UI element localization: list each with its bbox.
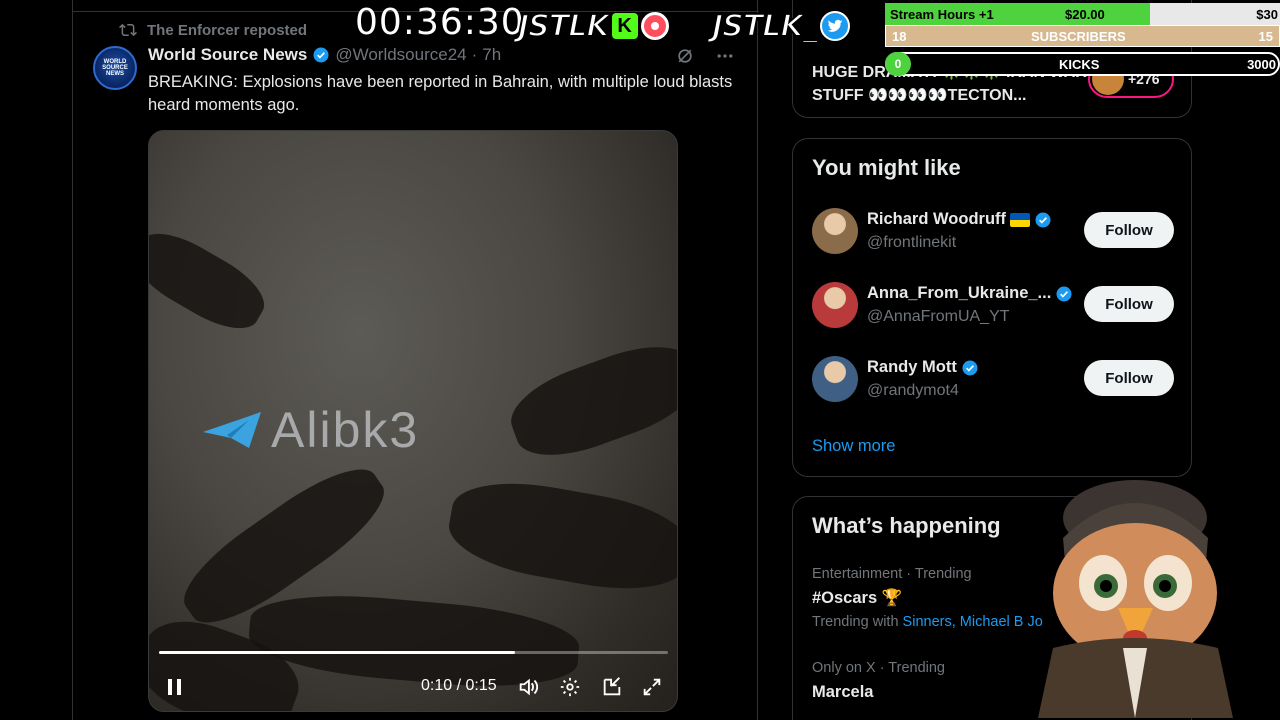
grok-icon[interactable] [675,46,695,66]
follow-button[interactable]: Follow [1084,360,1174,396]
kicks-goal: 0 KICKS 3000 [885,52,1280,76]
follow-button[interactable]: Follow [1084,212,1174,248]
brand-text: JSTLK_ [711,8,819,45]
goal-current: 18 [892,28,907,44]
follow-button[interactable]: Follow [1084,286,1174,322]
avatar[interactable] [812,282,858,328]
volume-icon[interactable] [517,676,539,698]
you-might-like-title: You might like [812,155,961,180]
goal-label: Stream Hours +1 [890,6,994,22]
repost-indicator[interactable]: The Enforcer reposted [119,21,307,39]
tweet-actions [675,46,735,66]
video-frame-foliage [443,470,677,602]
stream-hours-goal: Stream Hours +1 $20.00 $30 [885,3,1280,25]
fullscreen-icon[interactable] [641,676,663,698]
you-might-like-card: You might like Richard Woodruff @frontli… [792,138,1192,477]
suggested-user[interactable]: Anna_From_Ukraine_... @AnnaFromUA_YT Fol… [812,282,1174,332]
goal-target: 15 [1258,28,1273,44]
tweet-text: BREAKING: Explosions have been reported … [148,73,733,114]
subscribers-goal: 18 SUBSCRIBERS 15 [885,25,1280,47]
user-name-text: Anna_From_Ukraine_... [867,284,1052,302]
goal-current: 0 [885,52,911,76]
avatar[interactable] [812,208,858,254]
kick-logo-icon: K [611,13,638,39]
verified-badge-icon [962,360,978,375]
settings-gear-icon[interactable] [559,676,581,698]
video-time: 0:10 / 0:15 [421,677,497,694]
user-name[interactable]: Anna_From_Ukraine_... [867,284,1073,303]
author-name[interactable]: World Source News [148,45,307,65]
author-avatar[interactable]: WORLD SOURCE NEWS [93,46,137,90]
trend-meta: Only on X · Trending [812,660,945,676]
trend-related: Trending with Sinners, Michael B Jo [812,614,1043,630]
verified-badge-icon [1035,212,1051,227]
picture-in-picture-icon[interactable] [601,676,623,698]
trend-meta: Entertainment · Trending [812,566,972,582]
user-name-text: Richard Woodruff [867,210,1007,228]
verified-badge-icon [1056,286,1072,301]
separator-dot: · [471,45,478,64]
video-frame-foliage [149,220,275,342]
stream-timer: 00:36:30 [355,2,525,43]
more-options-icon[interactable] [715,46,735,66]
ukraine-flag-icon [1010,212,1031,227]
brand-text: JSTLK [517,8,611,45]
user-handle[interactable]: @frontlinekit [867,234,956,252]
twitter-bird-icon [819,11,850,41]
telegram-icon [203,412,261,448]
goal-amount: $20.00 [1065,6,1105,22]
goal-target: $30 [1256,6,1278,22]
suggested-user[interactable]: Richard Woodruff @frontlinekit Follow [812,208,1174,258]
streamer-brand-twitter: JSTLK_ [711,6,850,46]
timeline-column: The Enforcer reposted WORLD SOURCE NEWS … [72,0,759,720]
video-frame-foliage [501,330,677,472]
record-icon [640,12,669,40]
pause-icon[interactable] [165,677,185,697]
suggested-user[interactable]: Randy Mott @randymot4 Follow [812,356,1174,406]
tweet-header: World Source News @Worldsource24 · 7h [148,45,501,65]
goal-target: 3000 [1247,56,1276,72]
verified-badge-icon [313,47,329,63]
avatar-logo-text: WORLD SOURCE NEWS [102,59,128,77]
repost-icon [119,23,137,37]
avatar[interactable] [812,356,858,402]
watermark-text: Alibk3 [271,402,420,458]
trend-name[interactable]: #Oscars 🏆 [812,589,902,608]
whats-happening-title: What’s happening [812,513,1001,538]
repost-label: The Enforcer reposted [147,21,308,39]
video-progress-bar[interactable] [159,651,668,654]
video-watermark: Alibk3 [201,401,419,459]
user-name[interactable]: Randy Mott [867,358,979,377]
user-handle[interactable]: @randymot4 [867,382,959,400]
goal-label: SUBSCRIBERS [1031,28,1126,44]
video-player[interactable]: Alibk3 0:10 / 0:15 [148,130,678,712]
streamer-brand-kick: JSTLK K [517,6,669,46]
user-name-text: Randy Mott [867,358,957,376]
goal-label: KICKS [1059,56,1100,72]
user-name[interactable]: Richard Woodruff [867,210,1052,229]
streamer-mascot-owl [1038,480,1233,718]
video-progress-fill [159,651,516,654]
trend-related-links[interactable]: Sinners, Michael B Jo [903,614,1043,630]
show-more-link[interactable]: Show more [812,437,895,456]
tweet-time[interactable]: 7h [482,45,501,65]
user-handle[interactable]: @AnnaFromUA_YT [867,308,1010,326]
trend-name[interactable]: Marcela [812,683,873,702]
author-handle[interactable]: @Worldsource24 [335,45,466,65]
trend-with-label: Trending with [812,614,899,630]
video-controls: 0:10 / 0:15 [149,671,677,703]
